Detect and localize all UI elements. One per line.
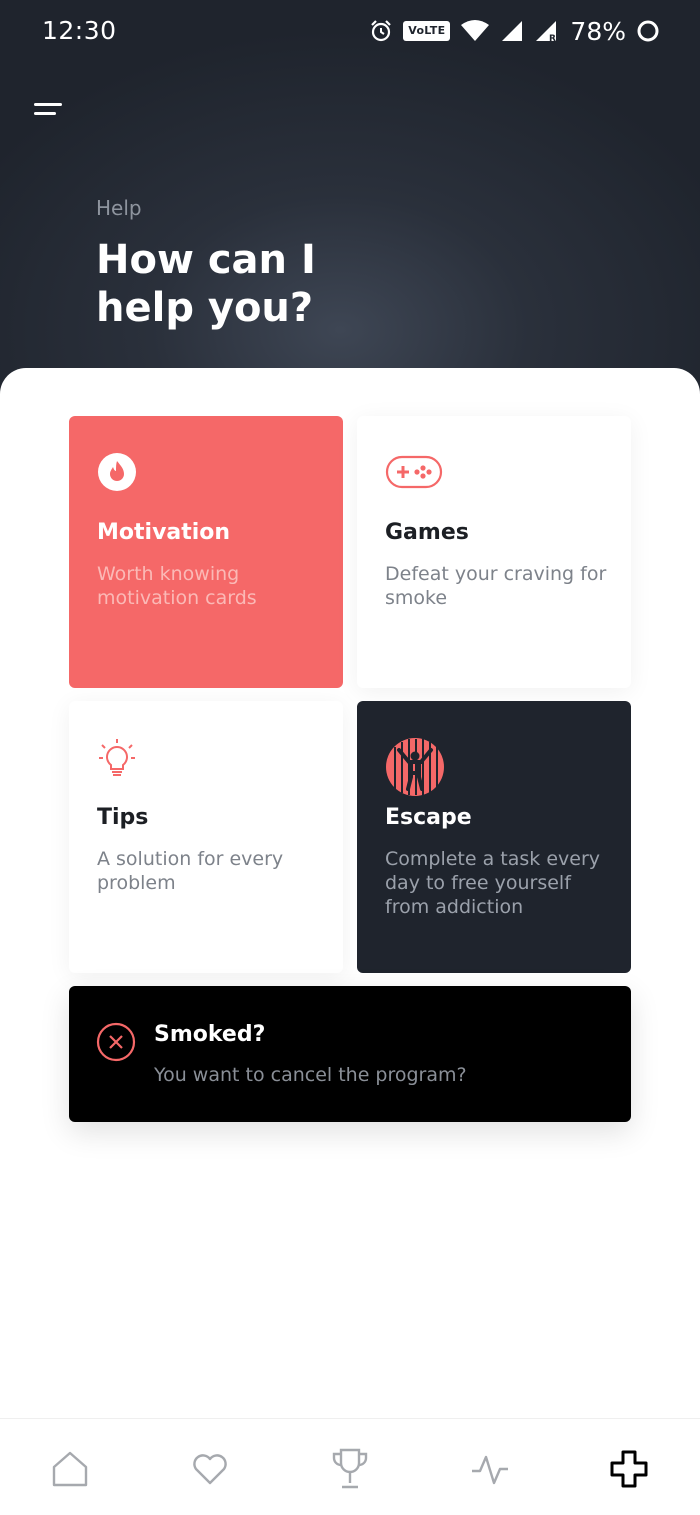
- nav-home[interactable]: [48, 1447, 92, 1491]
- card-description: Defeat your craving for smoke: [385, 563, 607, 609]
- heart-icon: [193, 1454, 227, 1485]
- alarm-icon: [371, 20, 392, 42]
- lightbulb-icon: [99, 739, 135, 776]
- close-circle-icon: [96, 1022, 136, 1062]
- page-title: How can I help you?: [96, 237, 316, 331]
- smoked-description: You want to cancel the program?: [154, 1064, 467, 1086]
- card-description: Complete a task every day to free yourse…: [385, 848, 601, 918]
- trophy-icon: [332, 1448, 368, 1489]
- card-title: Games: [385, 520, 469, 545]
- nav-achievements[interactable]: [328, 1447, 372, 1491]
- plus-cross-icon: [610, 1450, 648, 1488]
- signal-icon: [502, 21, 523, 41]
- games-card[interactable]: Games Defeat your craving for smoke: [357, 416, 631, 688]
- battery-percent: 78%: [570, 16, 626, 46]
- home-icon: [52, 1451, 88, 1487]
- prison-escape-icon: [386, 738, 444, 796]
- battery-icon: [637, 20, 659, 42]
- card-description: A solution for every problem: [97, 848, 284, 894]
- card-title: Motivation: [97, 520, 231, 545]
- volte-badge: VoLTE: [403, 21, 451, 41]
- menu-icon[interactable]: [32, 100, 66, 120]
- signal-roaming-icon: R: [536, 21, 557, 43]
- status-bar: 12:30 VoLTE R 78%: [0, 0, 700, 64]
- gamepad-icon: [385, 455, 443, 489]
- smoked-title: Smoked?: [154, 1022, 266, 1047]
- wifi-icon: [461, 20, 490, 41]
- flame-icon: [98, 453, 136, 491]
- status-icons: VoLTE R 78%: [369, 14, 660, 48]
- section-label: Help: [96, 196, 142, 220]
- bottom-nav: [0, 1418, 700, 1515]
- escape-card[interactable]: Escape Complete a task every day to free…: [357, 701, 631, 973]
- card-title: Escape: [385, 805, 472, 830]
- svg-text:R: R: [549, 34, 556, 43]
- nav-help[interactable]: [607, 1447, 651, 1491]
- motivation-card[interactable]: Motivation Worth knowing motivation card…: [69, 416, 343, 688]
- nav-stats[interactable]: [468, 1447, 512, 1491]
- activity-icon: [472, 1455, 508, 1485]
- smoked-banner[interactable]: Smoked? You want to cancel the program?: [69, 986, 631, 1122]
- nav-favorites[interactable]: [188, 1447, 232, 1491]
- status-time: 12:30: [42, 16, 117, 45]
- tips-card[interactable]: Tips A solution for every problem: [69, 701, 343, 973]
- card-title: Tips: [97, 805, 149, 830]
- card-description: Worth knowing motivation cards: [97, 563, 257, 609]
